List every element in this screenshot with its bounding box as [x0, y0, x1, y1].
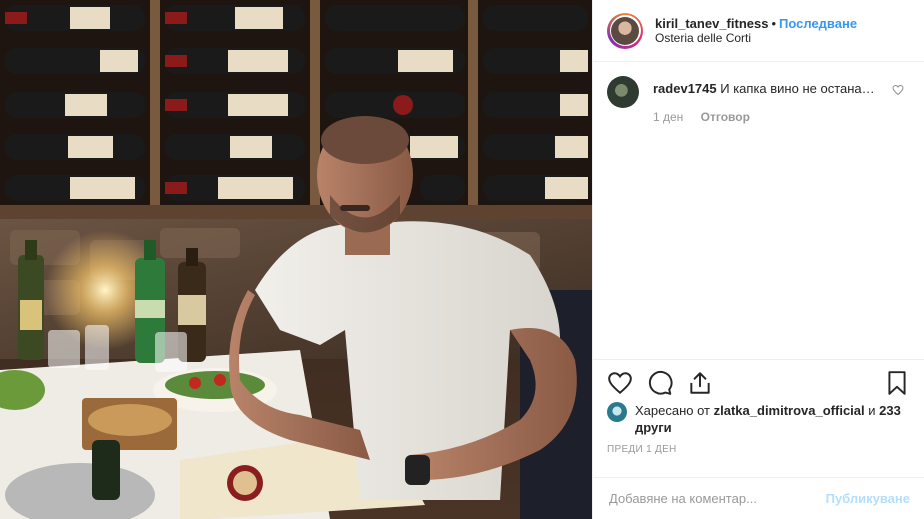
commenter-username[interactable]: radev1745 [653, 81, 717, 96]
comments-section: radev1745 И капка вино не остана… 1 ден … [593, 62, 924, 359]
liker-avatar[interactable] [607, 402, 627, 422]
comment-text: И капка вино не остана… [720, 81, 875, 96]
comment-bubble-icon[interactable] [647, 370, 673, 396]
reply-button[interactable]: Отговор [701, 110, 750, 124]
share-icon[interactable] [687, 370, 713, 396]
comment-age: 1 ден [653, 110, 684, 124]
photo-illustration [0, 0, 592, 519]
action-icons-row [607, 368, 910, 398]
post-timestamp[interactable]: ПРЕДИ 1 ДЕН [607, 444, 910, 455]
post-photo[interactable] [0, 0, 592, 519]
follow-button[interactable]: Последване [779, 16, 857, 31]
add-comment-bar: Публикуване [593, 477, 924, 519]
bookmark-icon[interactable] [884, 370, 910, 396]
header-text: kiril_tanev_fitness • Последване Osteria d… [655, 16, 857, 46]
likes-summary: Харесано от zlatka_dimitrova_official и … [607, 402, 910, 436]
instagram-post: kiril_tanev_fitness • Последване Osteria d… [0, 0, 924, 519]
separator-dot: • [771, 15, 777, 31]
post-actions: Харесано от zlatka_dimitrova_official и … [593, 359, 924, 519]
author-avatar-image [611, 16, 639, 45]
comment-input[interactable] [607, 490, 826, 507]
liker-username[interactable]: zlatka_dimitrova_official [714, 403, 865, 418]
likes-suffix: и [868, 403, 876, 418]
author-username[interactable]: kiril_tanev_fitness [655, 16, 768, 31]
likes-prefix: Харесано от [635, 403, 711, 418]
post-side-panel: kiril_tanev_fitness • Последване Osteria d… [592, 0, 924, 519]
post-comment-button[interactable]: Публикуване [826, 491, 910, 506]
commenter-avatar[interactable] [607, 76, 639, 108]
small-heart-icon[interactable] [892, 84, 904, 96]
post-header: kiril_tanev_fitness • Последване Osteria d… [593, 0, 924, 62]
likes-text: Харесано от zlatka_dimitrova_official и … [635, 402, 910, 436]
heart-icon[interactable] [607, 370, 633, 396]
comment-body: radev1745 И капка вино не остана… 1 ден … [653, 80, 883, 126]
comment-meta: 1 ден Отговор [653, 109, 883, 126]
author-avatar[interactable] [607, 12, 643, 49]
comment-item: radev1745 И капка вино не остана… 1 ден … [607, 76, 910, 126]
post-location[interactable]: Osteria delle Corti [655, 31, 857, 46]
